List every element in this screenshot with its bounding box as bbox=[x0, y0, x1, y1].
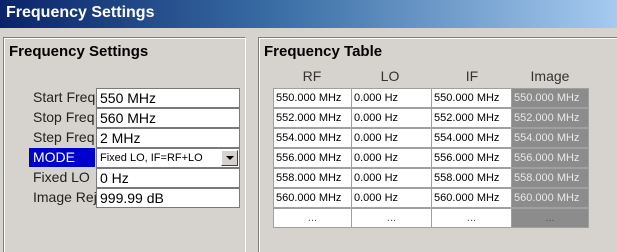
frequency-settings-panel: Frequency Settings Start Freq 550 MHz St… bbox=[3, 37, 246, 252]
table-cell-image[interactable]: 550.000 MHz bbox=[511, 88, 589, 108]
chevron-down-icon[interactable] bbox=[221, 150, 238, 166]
window-title-bar: Frequency Settings bbox=[0, 0, 617, 28]
stop-freq-field[interactable]: 560 MHz bbox=[96, 108, 240, 128]
table-cell-if[interactable]: 554.000 MHz bbox=[431, 128, 512, 148]
mode-select-value: Fixed LO, IF=RF+LO bbox=[100, 152, 203, 164]
table-cell-rf[interactable]: 560.000 MHz bbox=[273, 188, 352, 208]
stop-freq-label: Stop Freq bbox=[33, 109, 95, 125]
table-cell-image[interactable]: ... bbox=[511, 208, 589, 228]
table-cell-lo[interactable]: 0.000 Hz bbox=[351, 188, 432, 208]
table-cell-image[interactable]: 560.000 MHz bbox=[511, 188, 589, 208]
mode-label[interactable]: MODE bbox=[29, 148, 95, 167]
frequency-table-panel: Frequency Table RF LO IF Image 550.000 M… bbox=[258, 37, 617, 252]
fixed-lo-field[interactable]: 0 Hz bbox=[96, 168, 240, 188]
column-header-lo: LO bbox=[380, 68, 400, 84]
window-title: Frequency Settings bbox=[6, 4, 155, 21]
table-cell-rf[interactable]: 554.000 MHz bbox=[273, 128, 352, 148]
fixed-lo-label: Fixed LO bbox=[33, 169, 90, 185]
table-cell-rf[interactable]: ... bbox=[273, 208, 352, 228]
table-cell-rf[interactable]: 556.000 MHz bbox=[273, 148, 352, 168]
table-cell-image[interactable]: 558.000 MHz bbox=[511, 168, 589, 188]
table-cell-if[interactable]: ... bbox=[431, 208, 512, 228]
table-cell-lo[interactable]: 0.000 Hz bbox=[351, 148, 432, 168]
table-cell-if[interactable]: 558.000 MHz bbox=[431, 168, 512, 188]
table-cell-rf[interactable]: 558.000 MHz bbox=[273, 168, 352, 188]
table-cell-if[interactable]: 556.000 MHz bbox=[431, 148, 512, 168]
table-cell-rf[interactable]: 550.000 MHz bbox=[273, 88, 352, 108]
image-rej-field[interactable]: 999.99 dB bbox=[96, 188, 240, 208]
table-cell-image[interactable]: 556.000 MHz bbox=[511, 148, 589, 168]
table-cell-lo[interactable]: 0.000 Hz bbox=[351, 108, 432, 128]
table-cell-lo[interactable]: 0.000 Hz bbox=[351, 88, 432, 108]
table-cell-if[interactable]: 560.000 MHz bbox=[431, 188, 512, 208]
column-header-rf: RF bbox=[302, 68, 322, 84]
step-freq-label: Step Freq bbox=[33, 129, 95, 145]
step-freq-field[interactable]: 2 MHz bbox=[96, 128, 240, 148]
start-freq-field[interactable]: 550 MHz bbox=[96, 88, 240, 108]
table-cell-if[interactable]: 552.000 MHz bbox=[431, 108, 512, 128]
settings-panel-title: Frequency Settings bbox=[9, 43, 149, 60]
table-cell-rf[interactable]: 552.000 MHz bbox=[273, 108, 352, 128]
table-cell-lo[interactable]: 0.000 Hz bbox=[351, 168, 432, 188]
column-header-image: Image bbox=[530, 68, 570, 84]
table-cell-image[interactable]: 554.000 MHz bbox=[511, 128, 589, 148]
table-cell-lo[interactable]: 0.000 Hz bbox=[351, 128, 432, 148]
image-rej-label: Image Rej bbox=[33, 189, 97, 205]
table-cell-image[interactable]: 552.000 MHz bbox=[511, 108, 589, 128]
table-panel-title: Frequency Table bbox=[264, 43, 383, 60]
mode-select[interactable]: Fixed LO, IF=RF+LO bbox=[96, 148, 240, 168]
start-freq-label: Start Freq bbox=[33, 89, 96, 105]
table-cell-if[interactable]: 550.000 MHz bbox=[431, 88, 512, 108]
table-cell-lo[interactable]: ... bbox=[351, 208, 432, 228]
column-header-if: IF bbox=[465, 68, 479, 84]
